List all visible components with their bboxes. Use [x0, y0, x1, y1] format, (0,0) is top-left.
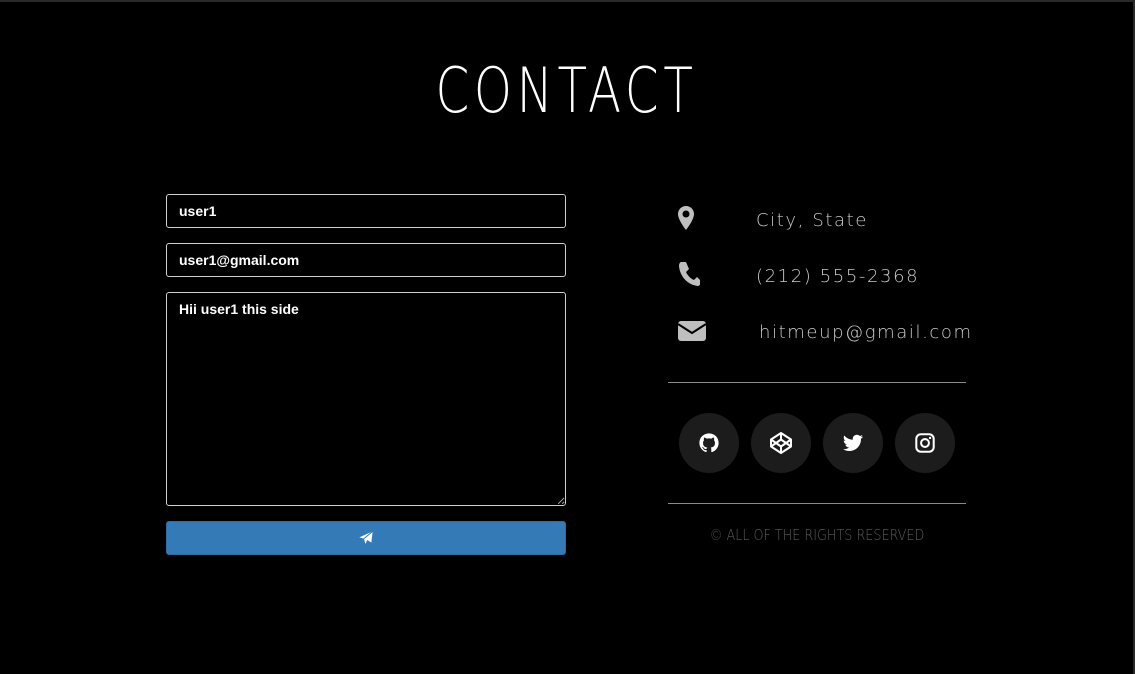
twitter-link[interactable] — [823, 413, 883, 473]
twitter-icon — [842, 434, 864, 451]
phone-icon — [676, 260, 708, 288]
email-text[interactable]: hitmeup@gmail.com — [759, 322, 973, 343]
name-input[interactable] — [166, 194, 566, 228]
info-row-email: hitmeup@gmail.com — [668, 314, 971, 370]
paper-plane-icon — [359, 530, 373, 544]
github-icon — [699, 433, 719, 453]
copyright-text: © ALL OF THE RIGHTS RESERVED — [709, 526, 925, 544]
contact-page: CONTACT Hii user1 this side City, State — [0, 0, 1135, 674]
message-textarea[interactable]: Hii user1 this side — [166, 292, 566, 506]
envelope-icon — [676, 316, 708, 344]
divider — [668, 382, 966, 383]
codepen-icon — [770, 432, 792, 454]
github-link[interactable] — [679, 413, 739, 473]
divider — [668, 503, 966, 504]
map-marker-icon — [676, 204, 708, 232]
send-button[interactable] — [166, 521, 566, 555]
contact-info: City, State (212) 555-2368 hitmeup@gmail… — [668, 202, 971, 370]
social-links — [679, 413, 955, 473]
phone-text: (212) 555-2368 — [756, 266, 920, 287]
info-row-phone: (212) 555-2368 — [668, 258, 966, 314]
page-title: CONTACT — [435, 54, 698, 127]
instagram-icon — [915, 433, 935, 453]
codepen-link[interactable] — [751, 413, 811, 473]
contact-form: Hii user1 this side — [166, 194, 566, 555]
info-row-location: City, State — [668, 202, 966, 258]
email-input[interactable] — [166, 243, 566, 277]
instagram-link[interactable] — [895, 413, 955, 473]
location-text: City, State — [756, 210, 868, 231]
